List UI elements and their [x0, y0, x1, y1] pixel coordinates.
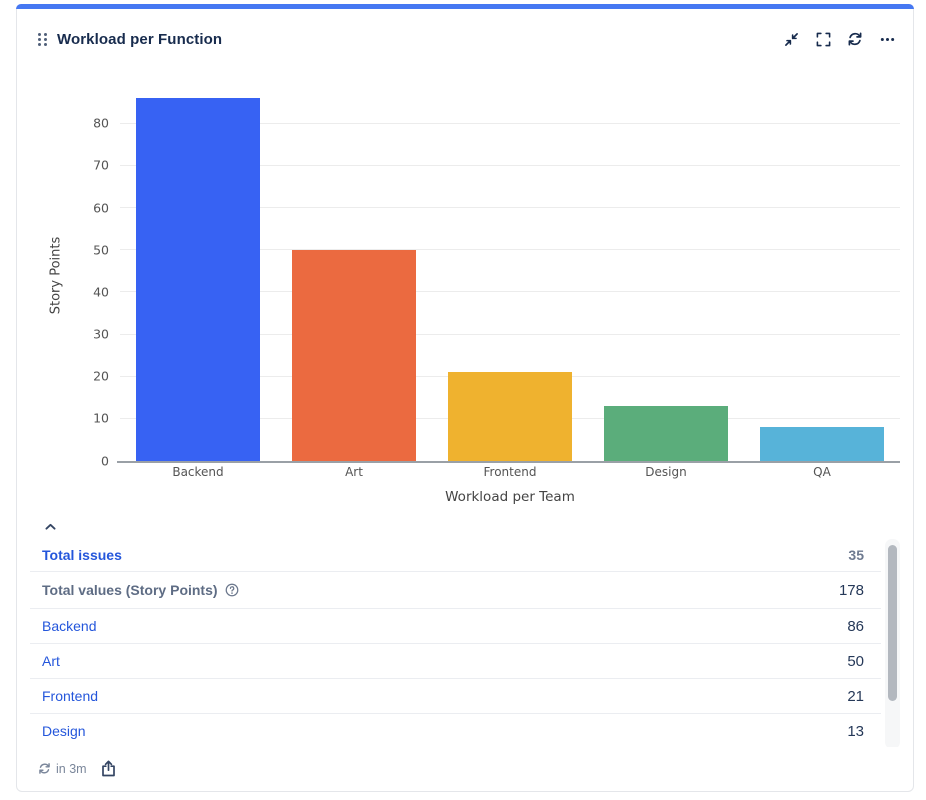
table-collapse-chevron-up-icon[interactable]	[43, 521, 57, 533]
y-tick-label: 20	[93, 370, 109, 383]
row-value: 178	[839, 582, 864, 599]
summary-table: Total issues 35 Total values (Story Points…	[30, 539, 881, 749]
x-label-art: Art	[276, 465, 432, 479]
row-label[interactable]: Backend	[42, 618, 96, 634]
refresh-countdown-text: in 3m	[56, 762, 87, 776]
y-tick-label: 0	[101, 455, 109, 468]
table-row: Total issues 35	[30, 539, 881, 572]
plot-area	[120, 90, 900, 461]
header-actions	[783, 31, 895, 47]
bar-qa[interactable]	[760, 427, 884, 461]
bar-design[interactable]	[604, 406, 728, 461]
widget-footer: in 3m	[17, 747, 912, 790]
row-value: 86	[847, 618, 864, 635]
x-label-qa: QA	[744, 465, 900, 479]
y-tick-label: 70	[93, 160, 109, 173]
bar-frontend[interactable]	[448, 372, 572, 461]
y-tick-label: 10	[93, 413, 109, 426]
widget-accent-bar	[16, 4, 914, 9]
share-icon[interactable]	[101, 760, 116, 777]
table-row: Backend 86	[30, 609, 881, 644]
row-label[interactable]: Art	[42, 653, 60, 669]
table-scrollbar-track	[885, 539, 900, 749]
row-label[interactable]: Frontend	[42, 688, 98, 704]
row-value: 21	[847, 688, 864, 705]
y-tick-label: 80	[93, 117, 109, 130]
x-label-frontend: Frontend	[432, 465, 588, 479]
auto-refresh-status: in 3m	[38, 762, 87, 776]
row-value: 35	[848, 547, 864, 563]
table-row: Design 13	[30, 714, 881, 749]
row-label: Total values (Story Points)	[42, 582, 218, 598]
y-tick-label: 30	[93, 328, 109, 341]
fullscreen-icon[interactable]	[815, 31, 831, 47]
bar-slot	[120, 90, 276, 461]
row-value: 13	[847, 723, 864, 740]
table-row: Art 50	[30, 644, 881, 679]
y-tick-label: 40	[93, 286, 109, 299]
bars-row	[120, 90, 900, 461]
y-tick-label: 50	[93, 244, 109, 257]
refresh-icon[interactable]	[847, 31, 863, 47]
table-scrollbar-thumb[interactable]	[888, 545, 897, 701]
x-axis-labels: BackendArtFrontendDesignQA	[120, 465, 900, 479]
more-options-icon[interactable]	[879, 31, 895, 47]
drag-handle-icon[interactable]	[37, 32, 48, 47]
widget-title: Workload per Function	[57, 31, 222, 48]
workload-widget: Workload per Function	[16, 4, 914, 792]
bar-slot	[588, 90, 744, 461]
y-axis-ticks: 01020304050607080	[57, 90, 109, 461]
bar-backend[interactable]	[136, 98, 260, 461]
table-row: Total values (Story Points) 178	[30, 572, 881, 609]
help-icon[interactable]	[225, 583, 239, 597]
collapse-icon[interactable]	[783, 31, 799, 47]
refresh-countdown-icon	[38, 762, 51, 775]
bar-art[interactable]	[292, 250, 416, 461]
row-label[interactable]: Design	[42, 723, 86, 739]
x-label-backend: Backend	[120, 465, 276, 479]
row-value: 50	[847, 653, 864, 670]
widget-header: Workload per Function	[37, 27, 895, 51]
bar-slot	[276, 90, 432, 461]
row-label[interactable]: Total issues	[42, 547, 122, 563]
bar-slot	[432, 90, 588, 461]
x-axis-title: Workload per Team	[120, 489, 900, 505]
x-label-design: Design	[588, 465, 744, 479]
bar-slot	[744, 90, 900, 461]
x-axis-line	[117, 461, 900, 463]
table-row: Frontend 21	[30, 679, 881, 714]
y-tick-label: 60	[93, 202, 109, 215]
